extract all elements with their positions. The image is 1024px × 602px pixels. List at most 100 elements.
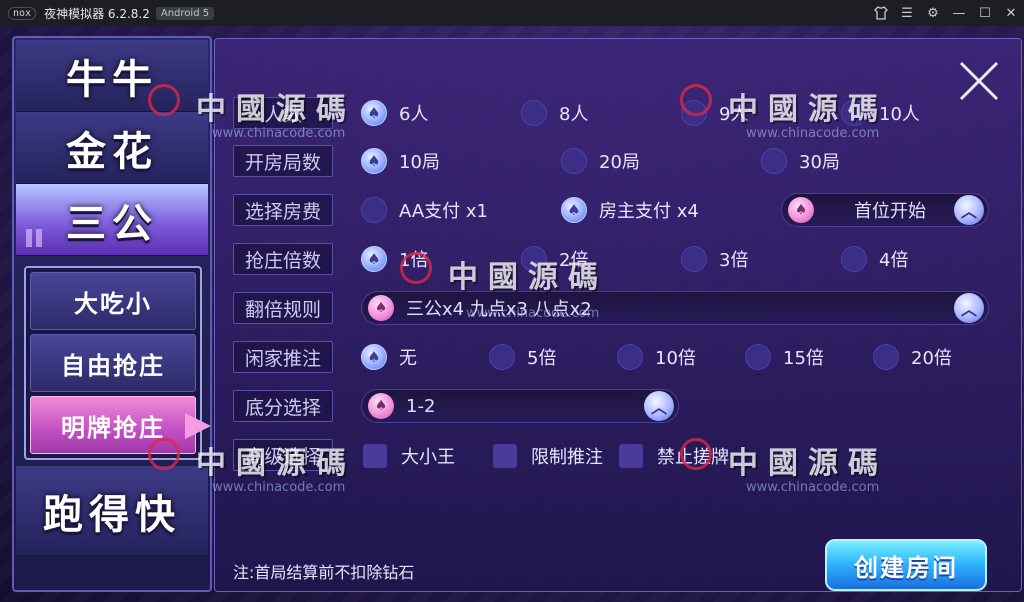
menu-icon[interactable]: ☰: [894, 0, 920, 26]
diamond-note: 注:首局结算前不扣除钻石: [233, 563, 415, 582]
option-label: AA支付 x1: [399, 201, 488, 222]
dropdown-value: 首位开始: [854, 201, 926, 222]
dropdown-value: 1-2: [406, 395, 436, 417]
window-title: 夜神模拟器 6.2.8.2: [44, 6, 150, 21]
checkbox-no-rub[interactable]: 禁止搓牌: [619, 443, 729, 469]
option-10-players[interactable]: 10人: [841, 100, 920, 126]
row-label: 选择房费: [233, 194, 333, 226]
checkbox-label: 大小王: [401, 447, 455, 468]
row-label: 人数: [233, 97, 333, 129]
game-type-sidebar: 牛牛 金花 三公 大吃小 自由抢庄 明牌抢庄 跑得快: [12, 36, 212, 592]
mode-item-dachixiao[interactable]: 大吃小: [30, 272, 196, 330]
option-3x[interactable]: 3倍: [681, 246, 748, 272]
radio-selected-icon: [561, 197, 587, 223]
radio-icon: [841, 246, 867, 272]
mode-item-label: 大吃小: [74, 289, 152, 318]
sidebar-item-jinhua[interactable]: 金花: [16, 112, 208, 184]
option-push-20x[interactable]: 20倍: [873, 344, 952, 370]
close-x-icon: [959, 61, 999, 101]
radio-selected-icon: [361, 148, 387, 174]
window-titlebar: nox 夜神模拟器 6.2.8.2 Android 5 ☰ ⚙ — ☐ ✕: [0, 0, 1024, 26]
row-label: 翻倍规则: [233, 292, 333, 324]
gear-icon[interactable]: ⚙: [920, 0, 946, 26]
option-label: 20倍: [911, 348, 952, 369]
option-label: 5倍: [527, 348, 557, 369]
sidebar-item-label: 跑得快: [43, 491, 181, 538]
option-owner-pay[interactable]: 房主支付 x4: [561, 197, 699, 223]
selected-marker-icon: [185, 413, 211, 439]
radio-icon: [841, 100, 867, 126]
radio-icon: [521, 246, 547, 272]
radio-icon: [617, 344, 643, 370]
minimize-icon[interactable]: —: [946, 0, 972, 26]
option-label: 3倍: [719, 250, 749, 271]
option-2x[interactable]: 2倍: [521, 246, 588, 272]
option-4x[interactable]: 4倍: [841, 246, 908, 272]
option-20-rounds[interactable]: 20局: [561, 148, 640, 174]
close-icon[interactable]: ✕: [998, 0, 1024, 26]
row-player-count: 人数: [233, 95, 333, 131]
option-30-rounds[interactable]: 30局: [761, 148, 840, 174]
create-room-button[interactable]: 创建房间: [825, 539, 987, 591]
row-label: 底分选择: [233, 390, 333, 422]
maximize-icon[interactable]: ☐: [972, 0, 998, 26]
android-version-badge: Android 5: [155, 6, 215, 20]
sidebar-item-label: 牛牛: [66, 56, 158, 103]
mode-item-free-banker[interactable]: 自由抢庄: [30, 334, 196, 392]
option-push-5x[interactable]: 5倍: [489, 344, 556, 370]
option-1x[interactable]: 1倍: [361, 246, 428, 272]
sidebar-item-sangong[interactable]: 三公: [16, 184, 208, 256]
row-banker-multiplier: 抢庄倍数: [233, 241, 333, 277]
radio-icon: [361, 197, 387, 223]
checkbox-icon: [619, 444, 643, 468]
sidebar-item-paodekuai[interactable]: 跑得快: [16, 466, 208, 556]
radio-icon: [561, 148, 587, 174]
sidebar-item-niuniu[interactable]: 牛牛: [16, 40, 208, 112]
row-advanced: 高级选择: [233, 437, 333, 473]
option-label: 30局: [799, 152, 840, 173]
row-room-fee: 选择房费: [233, 192, 333, 228]
checkbox-icon: [363, 444, 387, 468]
row-double-rule: 翻倍规则: [233, 290, 333, 326]
double-rule-dropdown[interactable]: ♠ 三公x4 九点x3 八点x2 ︿: [361, 291, 989, 325]
row-round-count: 开房局数: [233, 143, 333, 179]
start-order-dropdown[interactable]: ♠ 首位开始 ︿: [781, 193, 989, 227]
option-push-10x[interactable]: 10倍: [617, 344, 696, 370]
checkbox-jokers[interactable]: 大小王: [363, 443, 455, 469]
row-label: 开房局数: [233, 145, 333, 177]
sangong-mode-panel: 大吃小 自由抢庄 明牌抢庄: [24, 266, 211, 460]
room-settings-panel: 人数 6人 8人 9人 10人 开房局数 10局 20局 30局 选择房费 AA…: [214, 38, 1022, 592]
option-label: 10倍: [655, 348, 696, 369]
option-label: 9人: [719, 104, 749, 125]
row-label: 高级选择: [233, 439, 333, 471]
option-label: 1倍: [399, 250, 429, 271]
radio-selected-icon: [361, 246, 387, 272]
option-push-15x[interactable]: 15倍: [745, 344, 824, 370]
checkbox-limit-push[interactable]: 限制推注: [493, 443, 603, 469]
option-label: 4倍: [879, 250, 909, 271]
option-label: 8人: [559, 104, 589, 125]
option-8-players[interactable]: 8人: [521, 100, 588, 126]
checkbox-label: 限制推注: [531, 447, 603, 468]
mode-item-open-banker[interactable]: 明牌抢庄: [30, 396, 211, 454]
option-6-players[interactable]: 6人: [361, 100, 428, 126]
option-aa-pay[interactable]: AA支付 x1: [361, 197, 488, 223]
game-screen: 牛牛 金花 三公 大吃小 自由抢庄 明牌抢庄 跑得快 人数 6人 8人 9人 1…: [0, 26, 1024, 602]
sidebar-item-label: 金花: [66, 128, 158, 175]
option-label: 无: [399, 348, 417, 369]
radio-icon: [745, 344, 771, 370]
shirt-icon[interactable]: [868, 0, 894, 26]
spade-icon: ♠: [368, 393, 394, 419]
option-label: 10人: [879, 104, 920, 125]
radio-selected-icon: [361, 344, 387, 370]
option-10-rounds[interactable]: 10局: [361, 148, 440, 174]
option-push-none[interactable]: 无: [361, 344, 417, 370]
radio-icon: [521, 100, 547, 126]
row-label: 闲家推注: [233, 341, 333, 373]
close-panel-button[interactable]: [957, 59, 1001, 103]
chevron-up-icon: ︿: [644, 391, 674, 421]
checkbox-label: 禁止搓牌: [657, 447, 729, 468]
option-9-players[interactable]: 9人: [681, 100, 748, 126]
radio-icon: [873, 344, 899, 370]
base-score-dropdown[interactable]: ♠ 1-2 ︿: [361, 389, 679, 423]
